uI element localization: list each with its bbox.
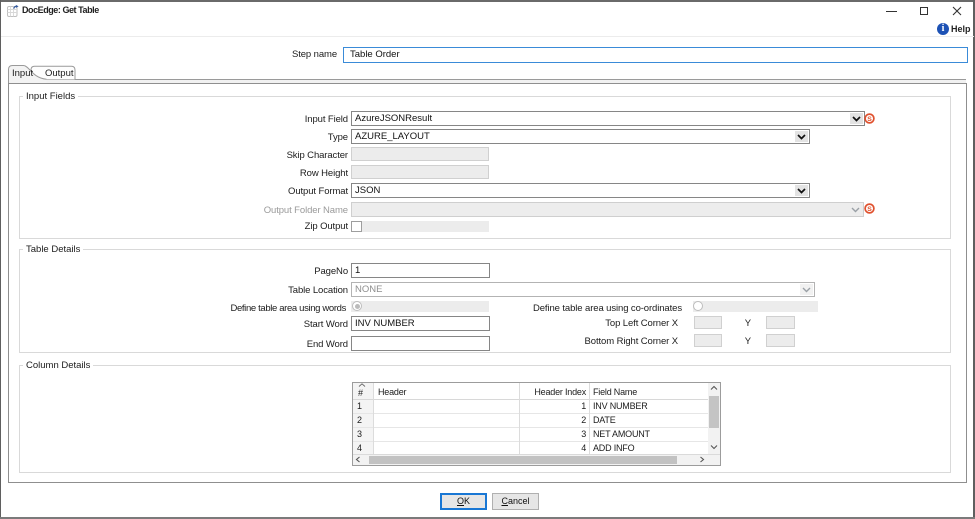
svg-text:S: S <box>867 206 872 213</box>
svg-text:S: S <box>867 116 872 123</box>
